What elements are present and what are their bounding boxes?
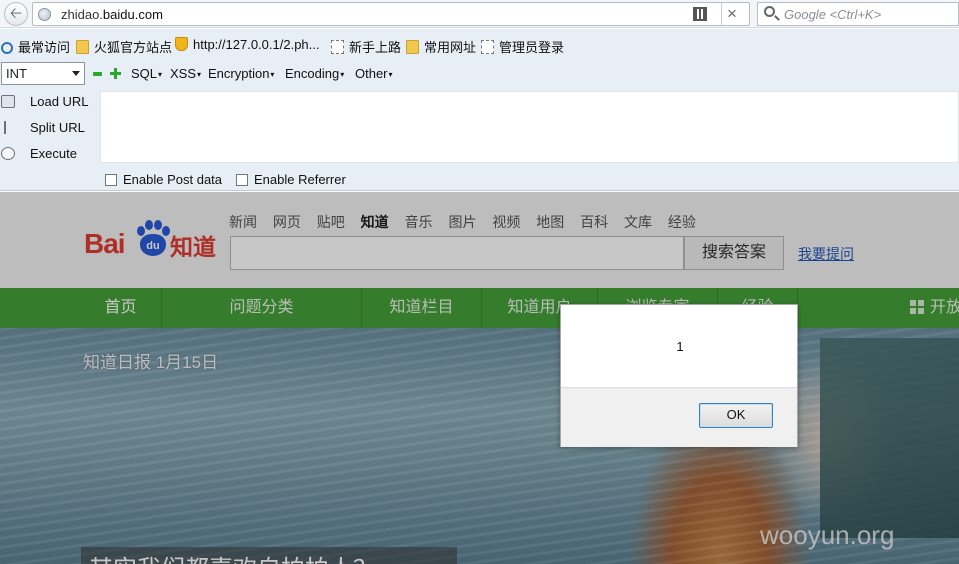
modal-overlay [0, 192, 959, 564]
page-icon [481, 40, 494, 54]
menu-xss[interactable]: XSS [170, 66, 201, 81]
bookmark-label: 火狐官方站点 [94, 40, 173, 55]
url-text[interactable]: zhidao.baidu.com [61, 7, 163, 22]
menu-encryption[interactable]: Encryption [208, 66, 274, 81]
globe-icon [38, 8, 51, 21]
search-bar[interactable]: Google <Ctrl+K> [757, 2, 959, 26]
type-select-value: INT [6, 66, 27, 81]
search-placeholder: Google <Ctrl+K> [784, 7, 882, 22]
load-url-button[interactable]: Load URL [0, 91, 100, 113]
url-host-domain: baidu.com [102, 7, 163, 22]
menu-encoding[interactable]: Encoding [285, 66, 344, 81]
search-icon [1, 42, 13, 54]
menu-other[interactable]: Other [355, 66, 393, 81]
menu-sql[interactable]: SQL [131, 66, 162, 81]
url-host-prefix: zhidao. [61, 7, 103, 22]
folder-icon [76, 40, 89, 54]
ok-button[interactable]: OK [699, 403, 773, 428]
bookmark-label: 新手上路 [349, 40, 402, 55]
execute-icon [1, 147, 15, 160]
trophy-icon [175, 37, 188, 51]
stop-icon[interactable]: × [727, 4, 737, 24]
url-textarea[interactable] [100, 91, 959, 163]
url-divider [721, 3, 722, 25]
search-icon [764, 6, 775, 17]
bookmarks-toolbar: 最常访问 火狐官方站点 http://127.0.0.1/2.ph... 新手上… [0, 29, 959, 59]
back-arrow-icon: 🡠 [9, 5, 23, 22]
hackbar-panel: Load URL Split URL Execute Enable Post d… [0, 90, 959, 191]
alert-message: 1 [676, 339, 684, 354]
decrement-icon[interactable] [93, 72, 102, 76]
execute-button[interactable]: Execute [0, 143, 100, 165]
bookmark-label: http://127.0.0.1/2.ph... [193, 37, 320, 52]
alert-footer: OK [561, 387, 797, 447]
load-url-icon [1, 95, 15, 108]
split-url-button[interactable]: Split URL [0, 117, 100, 139]
hackbar-toolbar: INT SQL XSS Encryption Encoding Other [0, 59, 959, 90]
execute-label: Execute [30, 146, 77, 161]
bookmark-firefox-site[interactable]: 火狐官方站点 [76, 37, 172, 56]
bookmark-admin-login[interactable]: 管理员登录 [481, 37, 564, 56]
bookmark-common-sites[interactable]: 常用网址 [406, 37, 476, 56]
qr-code-icon[interactable] [693, 7, 707, 21]
bookmark-most-visited[interactable]: 最常访问 [1, 37, 70, 56]
bookmark-label: 管理员登录 [499, 40, 565, 55]
bookmark-getting-started[interactable]: 新手上路 [331, 37, 401, 56]
enable-referrer-label: Enable Referrer [254, 172, 346, 187]
url-bar[interactable]: zhidao.baidu.com × [32, 2, 750, 26]
checkbox-box [236, 174, 248, 186]
checkbox-box [105, 174, 117, 186]
increment-icon[interactable] [110, 68, 121, 79]
bookmark-label: 常用网址 [424, 40, 477, 55]
back-button[interactable]: 🡠 [4, 2, 28, 26]
alert-dialog: 1 OK [560, 304, 798, 447]
type-select[interactable]: INT [1, 62, 85, 85]
enable-referrer-checkbox[interactable]: Enable Referrer [236, 172, 346, 187]
split-url-label: Split URL [30, 120, 85, 135]
page-icon [331, 40, 344, 54]
enable-post-label: Enable Post data [123, 172, 223, 187]
chevron-down-icon [72, 71, 80, 76]
navigation-toolbar: 🡠 zhidao.baidu.com × Google <Ctrl+K> [0, 0, 959, 28]
enable-post-checkbox[interactable]: Enable Post data [105, 172, 222, 187]
split-url-icon [4, 121, 12, 134]
bookmark-label: 最常访问 [18, 40, 71, 55]
folder-icon [406, 40, 419, 54]
load-url-label: Load URL [30, 94, 89, 109]
bookmark-localhost[interactable]: http://127.0.0.1/2.ph... [175, 37, 319, 52]
